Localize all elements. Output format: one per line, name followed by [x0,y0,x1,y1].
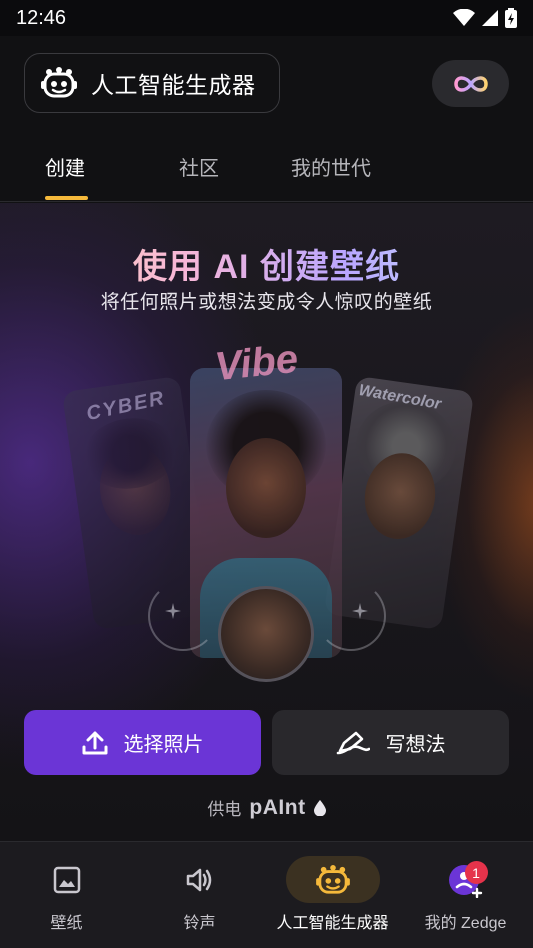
app-header: 人工智能生成器 [0,36,533,130]
nav-ai-generator-label: 人工智能生成器 [276,915,389,932]
nav-ai-generator[interactable]: 人工智能生成器 [266,842,399,948]
tab-community[interactable]: 社区 [179,152,219,181]
bottom-navigation: 壁纸 铃声 人工智能生成器 1 我的 Zedge [0,841,533,948]
right-arrow-arc [316,581,386,651]
sparkle-icon [352,603,368,619]
header-title: 人工智能生成器 [91,72,256,98]
infinity-button[interactable] [432,60,509,107]
nav-wallpapers[interactable]: 壁纸 [0,842,133,948]
ai-generator-title-pill[interactable]: 人工智能生成器 [24,53,280,113]
nav-my-zedge-label: 我的 Zedge [424,915,507,932]
nav-ringtones[interactable]: 铃声 [133,842,266,948]
nav-active-pill [285,856,380,903]
write-idea-button[interactable]: 写想法 [272,710,509,775]
hero-subtitle: 将任何照片或想法变成令人惊叹的壁纸 [100,292,433,313]
paint-brand: pAInt [249,795,306,819]
nav-wallpapers-label: 壁纸 [50,915,83,932]
choose-photo-label: 选择照片 [123,734,204,756]
signal-icon [482,10,498,26]
hero-title: 使用 AI 创建壁纸 [0,239,533,288]
image-icon [53,866,80,893]
status-icons [453,8,517,28]
status-bar: 12:46 [0,0,533,36]
vibe-style-label: Vibe [212,336,301,390]
status-time: 12:46 [16,6,67,29]
nav-my-zedge[interactable]: 1 我的 Zedge [399,842,532,948]
top-tabs: 创建 社区 我的世代 [0,130,533,202]
robot-face-icon [41,67,77,98]
tab-my-generations[interactable]: 我的世代 [291,152,371,181]
sparkle-icon [165,603,181,619]
source-photo-avatar [218,586,314,682]
speaker-icon [186,868,211,891]
powered-by-prefix: 供电 [207,800,242,819]
active-tab-indicator [45,196,88,200]
robot-face-icon [315,864,350,894]
nav-ringtones-label: 铃声 [183,915,216,932]
create-hero: 使用 AI 创建壁纸 将任何照片或想法变成令人惊叹的壁纸 CYBER Vibe … [0,203,533,841]
wifi-icon [453,9,475,26]
notification-badge: 1 [464,861,488,884]
powered-by: 供电 pAInt [0,795,533,820]
tab-create[interactable]: 创建 [45,152,85,181]
battery-icon [505,8,517,28]
left-arrow-arc [148,581,218,651]
pen-icon [336,731,370,754]
drop-icon [313,799,326,816]
choose-photo-button[interactable]: 选择照片 [24,710,261,775]
infinity-icon [453,75,488,92]
upload-icon [82,731,107,754]
write-idea-label: 写想法 [385,734,446,756]
